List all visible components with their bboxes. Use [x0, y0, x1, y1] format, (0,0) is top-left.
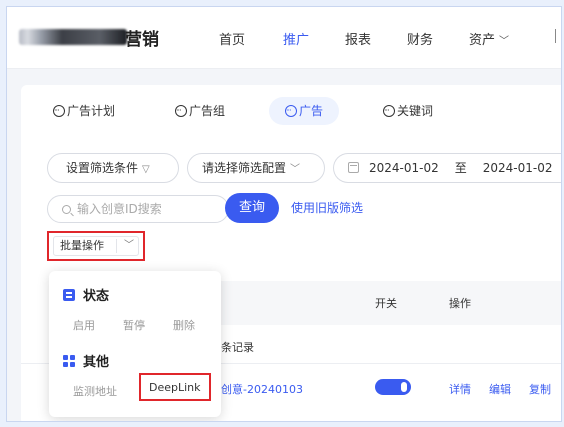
copy-link[interactable]: 复制: [529, 381, 551, 397]
chat-bubble-icon: [285, 97, 297, 125]
tab-keyword-label: 关键词: [397, 104, 434, 118]
column-header-actions: 操作: [449, 297, 471, 310]
nav-divider: [555, 29, 556, 43]
set-filter-conditions-button[interactable]: 设置筛选条件 ▽: [47, 153, 179, 183]
tab-adgroup-label: 广告组: [189, 104, 226, 118]
chevron-down-icon: ﹀: [290, 164, 301, 175]
calendar-icon: [348, 162, 359, 173]
table-header: 开关 操作: [221, 281, 561, 325]
level-tabs: 广告计划 广告组 广告 关键词: [21, 85, 561, 135]
nav-assets[interactable]: 资产 ﹀: [469, 29, 509, 48]
filter-config-select[interactable]: 请选择筛选配置 ﹀: [187, 153, 325, 183]
batch-operations-label: 批量操作: [60, 239, 104, 252]
date-separator: 至: [454, 161, 467, 175]
chat-bubble-icon: [383, 97, 395, 125]
menu-group-status-title: 状态: [83, 289, 110, 304]
filter-icon: ▽: [142, 164, 150, 175]
use-old-filter-link[interactable]: 使用旧版筛选: [291, 199, 363, 216]
edit-link[interactable]: 编辑: [489, 381, 511, 397]
search-placeholder: 输入创意ID搜索: [77, 202, 162, 216]
records-count: 条记录: [221, 341, 254, 354]
detail-link[interactable]: 详情: [449, 381, 471, 397]
tab-campaign-label: 广告计划: [67, 104, 116, 118]
tab-ad[interactable]: 广告: [269, 97, 340, 125]
grid-icon: [63, 355, 75, 367]
nav-promotion[interactable]: 推广: [283, 29, 309, 48]
batch-operations-menu: 状态 启用 暂停 删除 其他 监测地址 DeepLink: [49, 271, 221, 417]
creative-id-search-input[interactable]: 输入创意ID搜索: [47, 195, 229, 223]
menu-item-delete[interactable]: 删除: [173, 317, 195, 333]
column-header-switch: 开关: [375, 297, 397, 310]
search-icon: [62, 205, 71, 214]
status-toggle[interactable]: [375, 379, 411, 395]
menu-item-pause[interactable]: 暂停: [123, 317, 145, 333]
nav-home[interactable]: 首页: [219, 29, 245, 48]
date-range-picker[interactable]: 2024-01-02 至 2024-01-02: [333, 153, 561, 183]
date-start: 2024-01-02: [369, 161, 439, 175]
batch-operations-highlight: 批量操作 ﹀: [47, 231, 145, 261]
creative-name-link[interactable]: 创意-20240103: [221, 381, 303, 397]
batch-operations-button[interactable]: 批量操作 ﹀: [53, 236, 139, 256]
main-card: 广告计划 广告组 广告 关键词 设置筛选条件▽ 请选择筛选配置﹀ 2024-01…: [21, 85, 561, 421]
tab-adgroup[interactable]: 广告组: [175, 97, 225, 125]
menu-item-monitor-url[interactable]: 监测地址: [73, 383, 117, 399]
menu-item-deeplink[interactable]: DeepLink: [149, 381, 201, 394]
query-button[interactable]: 查询: [225, 193, 279, 223]
filter-config-placeholder: 请选择筛选配置: [202, 161, 287, 175]
status-icon: [63, 289, 75, 301]
set-filter-conditions-label: 设置筛选条件: [66, 161, 139, 175]
brand-name: 营销: [125, 30, 159, 50]
brand-logo: [19, 29, 127, 45]
menu-group-other-title: 其他: [83, 355, 110, 370]
nav-finance[interactable]: 财务: [407, 29, 433, 48]
date-end: 2024-01-02: [482, 161, 553, 175]
chevron-down-icon[interactable]: ﹀: [124, 237, 134, 255]
menu-item-enable[interactable]: 启用: [73, 317, 95, 333]
divider: [116, 239, 117, 253]
chat-bubble-icon: [175, 97, 187, 125]
tab-keyword[interactable]: 关键词: [383, 97, 433, 125]
nav-reports[interactable]: 报表: [345, 29, 371, 48]
tab-ad-label: 广告: [299, 104, 324, 118]
top-nav: 营销 首页 推广 报表 财务 资产 ﹀: [7, 7, 561, 69]
nav-assets-label: 资产: [469, 33, 496, 48]
menu-group-status: 状态: [63, 285, 109, 304]
chat-bubble-icon: [53, 97, 65, 125]
chevron-down-icon: ﹀: [499, 36, 510, 47]
menu-group-other: 其他: [63, 351, 109, 370]
deeplink-highlight: DeepLink: [139, 373, 211, 401]
app-window: 营销 首页 推广 报表 财务 资产﹀ 广告计划 广告组 广告 关键词 设置: [6, 6, 562, 422]
tab-campaign[interactable]: 广告计划: [53, 97, 115, 125]
